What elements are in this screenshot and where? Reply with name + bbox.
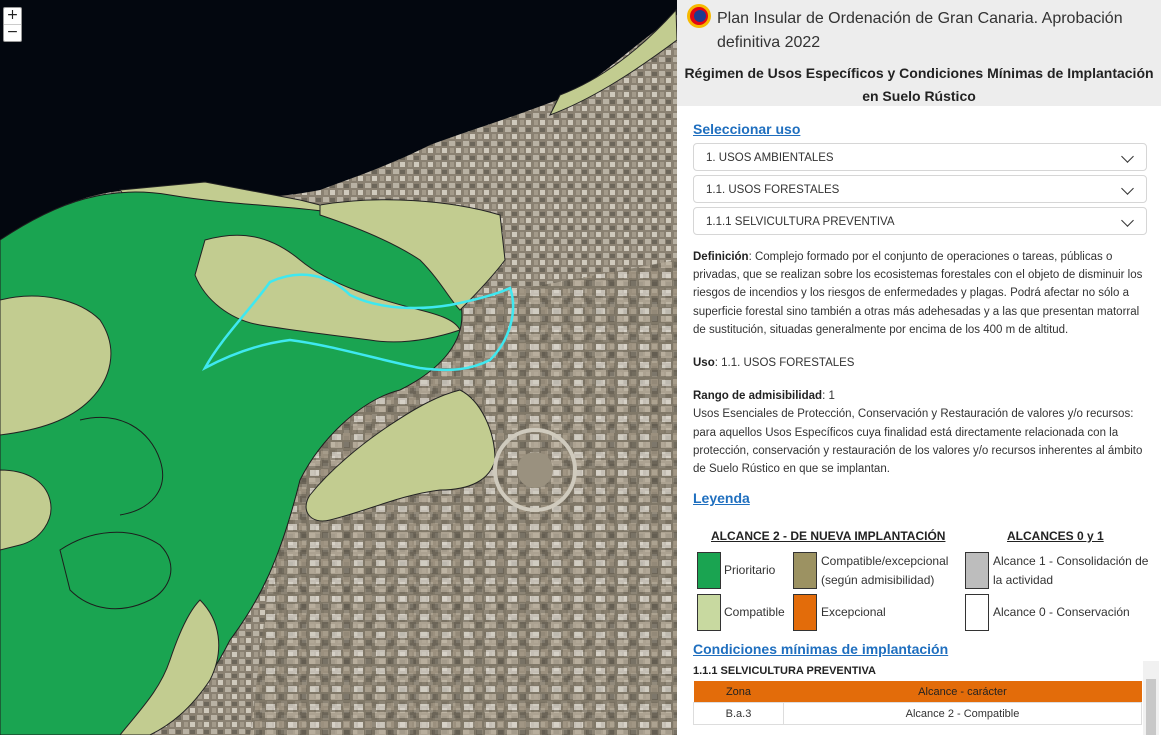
admissibility-value: : 1 [822, 390, 835, 403]
legend-link[interactable]: Leyenda [693, 490, 750, 506]
select-use-link[interactable]: Seleccionar uso [693, 121, 800, 137]
legend-label-compatible-excepcional: Compatible/excepcional (según admisibili… [821, 554, 949, 587]
column-header-zona: Zona [693, 681, 784, 703]
map-canvas[interactable] [0, 0, 677, 735]
legend-heading-alcances-0-1: ALCANCES 0 y 1 [1007, 529, 1104, 543]
admissibility-text: Rango de admisibilidad: 1 [693, 387, 1147, 405]
chevron-down-icon [1121, 182, 1134, 195]
definition-label: Definición [693, 251, 749, 263]
column-header-alcance: Alcance - carácter [783, 681, 1142, 703]
use-select-level-2-value: 1.1. USOS FORESTALES [706, 184, 840, 196]
admissibility-label: Rango de admisibilidad [693, 390, 823, 403]
cabildo-logo-icon [687, 4, 711, 28]
roundabout-center [517, 452, 553, 488]
panel-scrollbar[interactable] [1143, 661, 1159, 735]
conditions-link[interactable]: Condiciones mínimas de implantación [693, 641, 948, 657]
app-title: Plan Insular de Ordenación de Gran Canar… [717, 10, 1123, 51]
legend-label-compatible: Compatible [724, 605, 785, 619]
use-select-level-3[interactable]: 1.1.1 SELVICULTURA PREVENTIVA [693, 207, 1147, 235]
cell-zona: B.a.3 [693, 702, 784, 725]
use-label: Uso [693, 357, 715, 370]
chevron-down-icon [1121, 150, 1134, 163]
zoom-out-button[interactable]: − [4, 24, 21, 41]
use-select-level-3-value: 1.1.1 SELVICULTURA PREVENTIVA [706, 216, 895, 228]
info-panel: Plan Insular de Ordenación de Gran Canar… [677, 0, 1161, 735]
swatch-excepcional [793, 594, 817, 631]
conditions-table: Zona Alcance - carácter B.a.3 Alcance 2 … [693, 681, 1142, 725]
panel-content: Seleccionar uso 1. USOS AMBIENTALES 1.1.… [693, 106, 1147, 478]
page-subtitle: Régimen de Usos Específicos y Condicione… [684, 65, 1154, 104]
legend-label-alcance-0: Alcance 0 - Conservación [993, 605, 1130, 619]
legend-label-excepcional: Excepcional [821, 605, 886, 619]
cell-alcance: Alcance 2 - Compatible [783, 702, 1142, 725]
swatch-prioritario [697, 552, 721, 589]
definition-text: Definición: Complejo formado por el conj… [693, 248, 1147, 339]
swatch-compatible-excepcional [793, 552, 817, 589]
use-select-level-1-value: 1. USOS AMBIENTALES [706, 152, 834, 164]
definition-value: : Complejo formado por el conjunto de op… [693, 251, 1143, 336]
chevron-down-icon [1121, 214, 1134, 227]
legend-label-prioritario: Prioritario [724, 563, 776, 577]
zoom-in-button[interactable]: + [4, 8, 21, 24]
map-view[interactable]: + − [0, 0, 677, 735]
use-select-level-1[interactable]: 1. USOS AMBIENTALES [693, 143, 1147, 171]
admissibility-description: Usos Esenciales de Protección, Conservac… [693, 408, 1143, 476]
swatch-alcance-0 [965, 594, 989, 631]
swatch-alcance-1 [965, 552, 989, 589]
panel-header: Plan Insular de Ordenación de Gran Canar… [677, 0, 1161, 106]
use-select-level-2[interactable]: 1.1. USOS FORESTALES [693, 175, 1147, 203]
use-text: Uso: 1.1. USOS FORESTALES [693, 354, 1147, 372]
swatch-compatible [697, 594, 721, 631]
legend-label-alcance-1: Alcance 1 - Consolidación de la activida… [993, 554, 1149, 587]
zoom-control: + − [3, 7, 22, 42]
scrollbar-thumb[interactable] [1146, 679, 1156, 735]
table-header-row: Zona Alcance - carácter [693, 681, 1142, 703]
use-value: : 1.1. USOS FORESTALES [714, 357, 855, 370]
table-row: B.a.3 Alcance 2 - Compatible [693, 702, 1142, 725]
legend-heading-alcance-2: ALCANCE 2 - DE NUEVA IMPLANTACIÓN [711, 529, 946, 543]
conditions-subtitle: 1.1.1 SELVICULTURA PREVENTIVA [693, 665, 876, 677]
